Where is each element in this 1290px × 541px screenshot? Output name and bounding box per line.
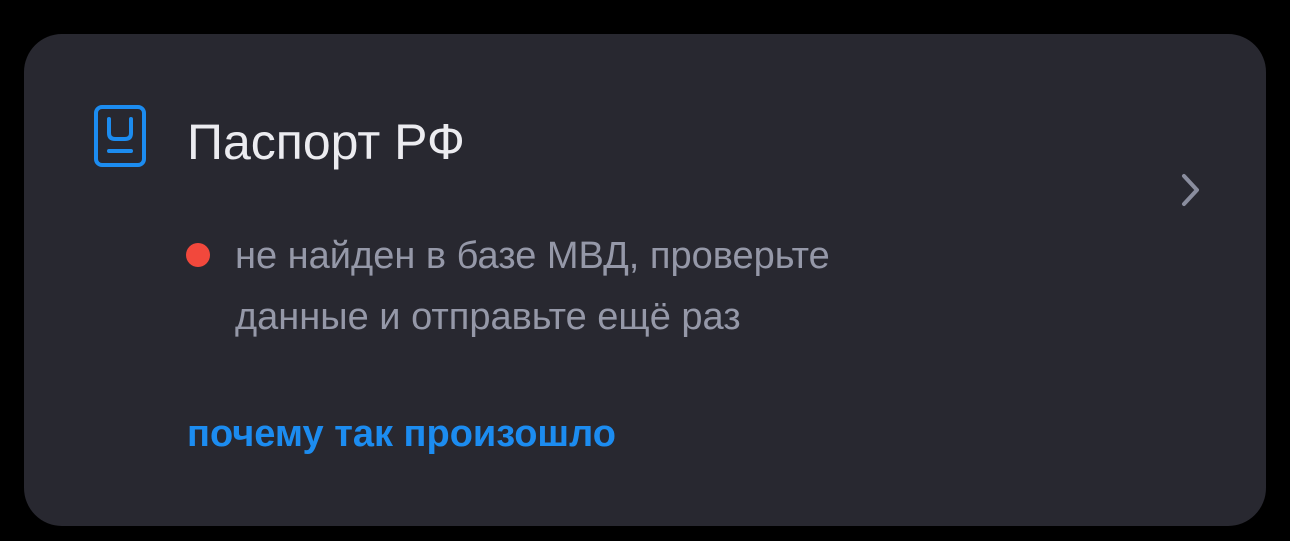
chevron-right-icon	[1182, 174, 1199, 206]
passport-card[interactable]: Паспорт РФ не найден в базе МВД, проверь…	[24, 34, 1266, 526]
passport-icon	[94, 105, 146, 167]
status-message: не найден в базе МВД, проверьте данные и…	[235, 226, 995, 348]
why-it-happened-link[interactable]: почему так произошло	[187, 407, 616, 461]
status-message-line-2: данные и отправьте ещё раз	[235, 296, 741, 338]
error-status-dot	[186, 243, 210, 267]
status-message-line-1: не найден в базе МВД, проверьте	[235, 235, 830, 277]
document-title: Паспорт РФ	[187, 114, 465, 170]
